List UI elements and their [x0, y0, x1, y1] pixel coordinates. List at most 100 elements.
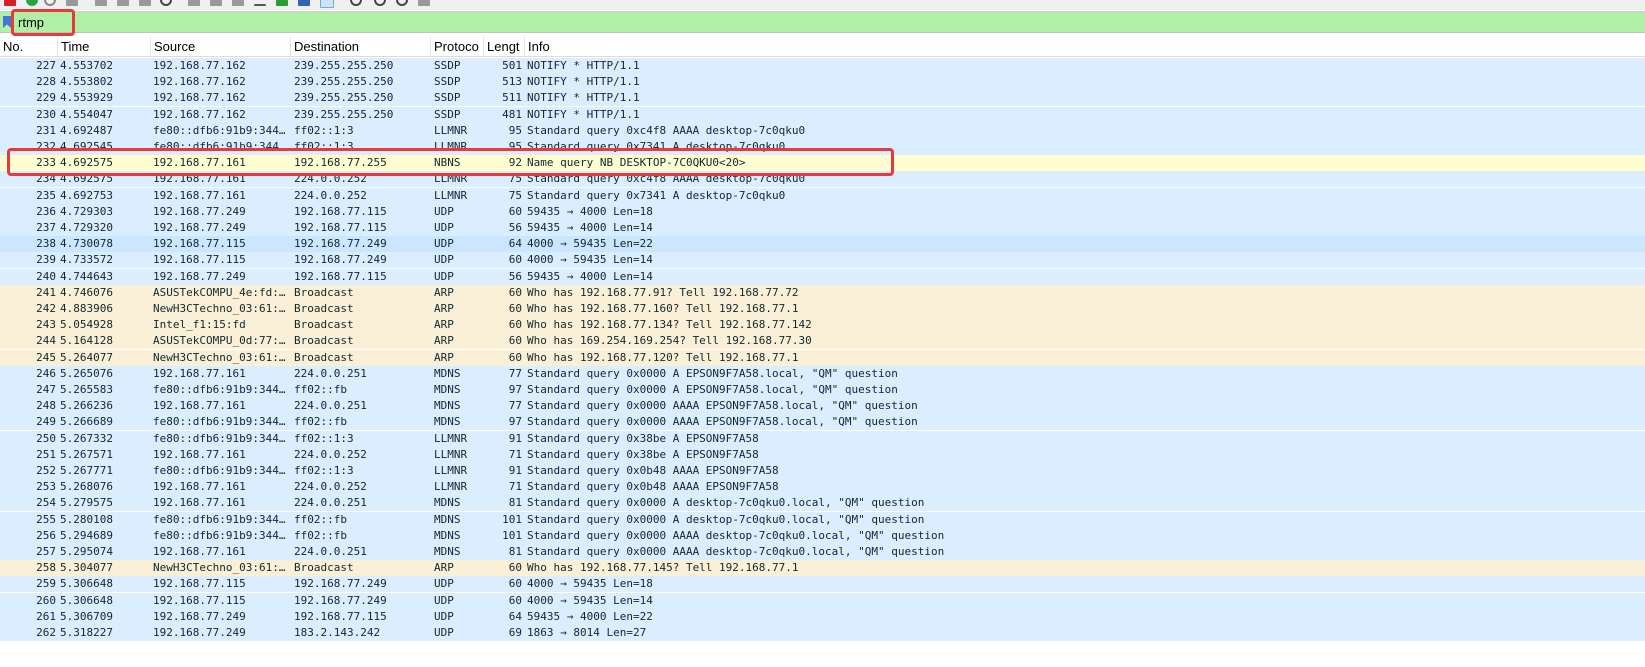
- table-row[interactable]: 237 4.729320 192.168.77.249 192.168.77.115 U…: [0, 220, 1645, 236]
- packet-time: 4.692753: [60, 188, 113, 202]
- packet-number: 239: [36, 253, 56, 267]
- table-row[interactable]: 262 5.318227 192.168.77.249 183.2.143.242 UD…: [0, 625, 1645, 641]
- packet-protocol: LLMNR: [434, 464, 468, 477]
- packet-info: Who has 169.254.169.254? Tell 192.168.77…: [527, 334, 812, 348]
- capture-options-icon[interactable]: [44, 0, 56, 6]
- table-row[interactable]: 234 4.692575 192.168.77.161 224.0.0.252 LLMN…: [0, 171, 1645, 188]
- packet-number: 231: [36, 123, 56, 137]
- table-row[interactable]: 227 4.553702 192.168.77.162 239.255.255.250…: [0, 58, 1645, 74]
- table-row[interactable]: 231 4.692487 fe80::dfb6:91b9:344… ff02::1:3…: [0, 122, 1645, 139]
- packet-info: Standard query 0xc4f8 AAAA desktop-7c0qk…: [527, 123, 806, 137]
- go-forward-icon[interactable]: [210, 0, 222, 6]
- filter-bookmark-icon[interactable]: [3, 16, 11, 28]
- column-header-info[interactable]: Info: [525, 37, 1645, 56]
- table-row[interactable]: 232 4.692545 fe80::dfb6:91b9:344… ff02::1:3…: [0, 139, 1645, 155]
- table-row[interactable]: 240 4.744643 192.168.77.249 192.168.77.115 U…: [0, 268, 1645, 285]
- colorize-icon[interactable]: [320, 0, 334, 8]
- column-header-source[interactable]: Source: [151, 37, 291, 56]
- table-row[interactable]: 260 5.306648 192.168.77.115 192.168.77.249 U…: [0, 592, 1645, 609]
- table-row[interactable]: 230 4.554047 192.168.77.162 239.255.255.250…: [0, 106, 1645, 123]
- table-row[interactable]: 261 5.306709 192.168.77.249 192.168.77.115 U…: [0, 608, 1645, 625]
- table-row[interactable]: 239 4.733572 192.168.77.115 192.168.77.249 U…: [0, 252, 1645, 269]
- column-header-protocol[interactable]: Protoco: [431, 37, 484, 56]
- packet-protocol: UDP: [434, 237, 454, 251]
- table-row[interactable]: 238 4.730078 192.168.77.115 192.168.77.249 U…: [0, 236, 1645, 253]
- table-row[interactable]: 249 5.266689 fe80::dfb6:91b9:344… ff02::fb M…: [0, 414, 1645, 431]
- table-row[interactable]: 235 4.692753 192.168.77.161 224.0.0.252 LLMN…: [0, 187, 1645, 204]
- table-row[interactable]: 233 4.692575 192.168.77.161 192.168.77.255 N…: [0, 155, 1645, 172]
- packet-destination: Broadcast: [294, 334, 354, 348]
- display-filter-input[interactable]: [14, 12, 1642, 32]
- packet-source: 192.168.77.162: [153, 75, 246, 89]
- table-row[interactable]: 250 5.267332 fe80::dfb6:91b9:344… ff02::1:3…: [0, 430, 1645, 447]
- go-back-icon[interactable]: [188, 0, 200, 6]
- packet-number: 247: [36, 383, 56, 396]
- table-row[interactable]: 246 5.265076 192.168.77.161 224.0.0.251 MDNS…: [0, 365, 1645, 382]
- save-file-icon[interactable]: [95, 0, 107, 6]
- packet-length: 81: [508, 496, 522, 510]
- packet-time: 4.554047: [60, 107, 113, 121]
- packet-destination: 183.2.143.242: [294, 626, 381, 639]
- table-row[interactable]: 258 5.304077 NewH3CTechno_03:61:… Broadcast…: [0, 560, 1645, 577]
- reload-file-icon[interactable]: [139, 0, 151, 6]
- packet-number: 238: [36, 237, 56, 251]
- table-row[interactable]: 255 5.280108 fe80::dfb6:91b9:344… ff02::fb M…: [0, 511, 1645, 528]
- packet-protocol: SSDP: [434, 75, 461, 89]
- packet-destination: Broadcast: [294, 561, 354, 575]
- zoom-reset-icon[interactable]: [396, 0, 408, 6]
- column-header-time[interactable]: Time: [58, 37, 151, 56]
- go-first-icon[interactable]: [254, 4, 266, 6]
- table-row[interactable]: 236 4.729303 192.168.77.249 192.168.77.115 U…: [0, 203, 1645, 220]
- find-packet-icon[interactable]: [160, 0, 172, 6]
- packet-info: 1863 → 8014 Len=27: [527, 626, 647, 639]
- table-row[interactable]: 252 5.267771 fe80::dfb6:91b9:344… ff02::1:3…: [0, 463, 1645, 479]
- packet-list: 227 4.553702 192.168.77.162 239.255.255.250…: [0, 58, 1645, 667]
- zoom-out-icon[interactable]: [374, 0, 386, 6]
- packet-number: 241: [36, 285, 56, 299]
- table-row[interactable]: 251 5.267571 192.168.77.161 224.0.0.252 LLMN…: [0, 446, 1645, 463]
- table-row[interactable]: 228 4.553802 192.168.77.162 239.255.255.250…: [0, 74, 1645, 91]
- packet-time: 4.729320: [60, 221, 113, 234]
- packet-destination: ff02::fb: [294, 383, 347, 396]
- table-row[interactable]: 257 5.295074 192.168.77.161 224.0.0.251 MDNS…: [0, 544, 1645, 560]
- packet-time: 4.692575: [60, 156, 113, 170]
- table-row[interactable]: 253 5.268076 192.168.77.161 224.0.0.252 LLMN…: [0, 479, 1645, 496]
- packet-number: 237: [36, 221, 56, 234]
- auto-scroll-icon[interactable]: [298, 0, 310, 6]
- column-header-destination[interactable]: Destination: [291, 37, 431, 56]
- table-row[interactable]: 245 5.264077 NewH3CTechno_03:61:… Broadcast…: [0, 349, 1645, 366]
- packet-time: 5.304077: [60, 561, 113, 575]
- table-row[interactable]: 244 5.164128 ASUSTekCOMPU_0d:77:… Broadcast…: [0, 333, 1645, 350]
- open-file-icon[interactable]: [66, 0, 78, 6]
- packet-info: 4000 → 59435 Len=18: [527, 577, 653, 591]
- packet-length: 501: [502, 59, 522, 72]
- packet-destination: Broadcast: [294, 285, 354, 299]
- packet-protocol: UDP: [434, 593, 454, 607]
- column-header-length[interactable]: Lengt: [484, 37, 525, 56]
- packet-destination: 224.0.0.252: [294, 480, 367, 494]
- packet-number: 236: [36, 204, 56, 218]
- packet-protocol: MDNS: [434, 512, 461, 526]
- table-row[interactable]: 247 5.265583 fe80::dfb6:91b9:344… ff02::fb M…: [0, 382, 1645, 398]
- close-file-icon[interactable]: [117, 0, 129, 6]
- table-row[interactable]: 229 4.553929 192.168.77.162 239.255.255.250…: [0, 90, 1645, 107]
- column-header-no[interactable]: No.: [0, 37, 58, 56]
- restart-capture-icon[interactable]: [26, 0, 38, 6]
- stop-capture-icon[interactable]: [4, 0, 16, 6]
- table-row[interactable]: 259 5.306648 192.168.77.115 192.168.77.249 U…: [0, 576, 1645, 593]
- go-last-icon[interactable]: [276, 0, 288, 6]
- table-row[interactable]: 248 5.266236 192.168.77.161 224.0.0.251 MDNS…: [0, 398, 1645, 415]
- go-to-packet-icon[interactable]: [232, 0, 244, 6]
- packet-number: 235: [36, 188, 56, 202]
- table-row[interactable]: 241 4.746076 ASUSTekCOMPU_4e:fd:… Broadcast…: [0, 284, 1645, 301]
- packet-protocol: SSDP: [434, 91, 461, 105]
- table-row[interactable]: 254 5.279575 192.168.77.161 224.0.0.251 MDNS…: [0, 495, 1645, 512]
- table-row[interactable]: 243 5.054928 Intel_f1:15:fd Broadcast ARP 60 W…: [0, 317, 1645, 334]
- table-row[interactable]: 242 4.883906 NewH3CTechno_03:61:… Broadcast…: [0, 301, 1645, 317]
- packet-length: 95: [508, 140, 522, 153]
- resize-columns-icon[interactable]: [418, 0, 430, 6]
- zoom-in-icon[interactable]: [350, 0, 362, 6]
- packet-protocol: ARP: [434, 561, 454, 575]
- table-row[interactable]: 256 5.294689 fe80::dfb6:91b9:344… ff02::fb M…: [0, 527, 1645, 544]
- packet-source: fe80::dfb6:91b9:344…: [153, 528, 286, 542]
